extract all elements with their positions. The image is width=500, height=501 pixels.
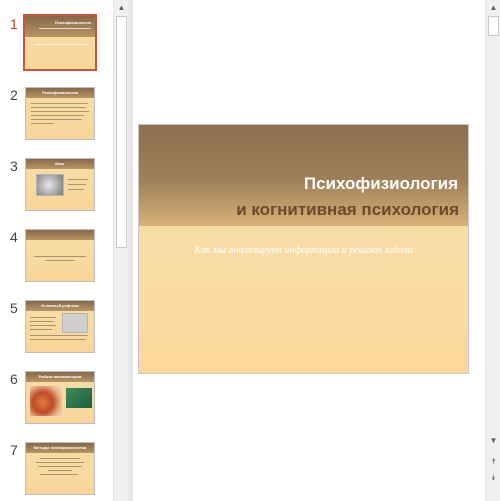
slide-text-line xyxy=(31,103,88,104)
slide-title: Психофизиология xyxy=(54,20,91,25)
slide-title: Мозг xyxy=(55,161,65,166)
slide-text-line xyxy=(34,256,86,257)
current-slide[interactable]: Психофизиология и когнитивная психология… xyxy=(138,124,469,374)
slide-text-line xyxy=(30,329,52,330)
slide-subtitle-line xyxy=(35,44,87,45)
slide-title: Психофизиология xyxy=(41,90,79,95)
slide-thumbnail-1[interactable]: 1 Психофизиология xyxy=(0,14,112,74)
slide-title-band xyxy=(26,230,94,241)
slide-text-line xyxy=(46,260,74,261)
slide-number: 6 xyxy=(10,371,18,387)
slide-number: 1 xyxy=(10,16,18,32)
slide-thumbnail-4[interactable]: 4 xyxy=(0,229,112,287)
slide-text-line xyxy=(30,317,56,318)
slide-number: 7 xyxy=(10,442,18,458)
slide-scrollbar[interactable]: ▲ ▼ ⯭ ⯯ xyxy=(485,0,500,501)
slide-preview[interactable]: Психофизиология xyxy=(25,87,95,140)
portrait-image xyxy=(62,313,88,333)
slide-text-line xyxy=(30,321,54,322)
slide-preview[interactable]: Мозг xyxy=(25,158,95,211)
previous-slide-button[interactable]: ⯭ xyxy=(486,454,500,469)
slide-preview[interactable]: Работа анализаторов xyxy=(25,371,95,424)
slide-thumbnail-3[interactable]: 3 Мозг xyxy=(0,158,112,216)
slide-preview[interactable]: Методы психофизиологии xyxy=(25,442,95,495)
slide-thumbnail-6[interactable]: 6 Работа анализаторов xyxy=(0,371,112,429)
scrollbar-thumb[interactable] xyxy=(116,16,127,248)
thumbnail-scrollbar[interactable]: ▲ xyxy=(113,0,129,501)
slide-title-line-1[interactable]: Психофизиология xyxy=(304,174,458,194)
scroll-up-button[interactable]: ▲ xyxy=(114,0,129,15)
slide-text-line xyxy=(31,111,89,112)
slide-title: Работа анализаторов xyxy=(38,374,82,379)
slide-text-line xyxy=(30,339,86,340)
slide-number: 3 xyxy=(10,158,18,174)
slide-preview[interactable]: Условный рефлекс xyxy=(25,300,95,353)
scroll-down-button[interactable]: ▼ xyxy=(486,433,500,448)
slide-editing-area: Психофизиология и когнитивная психология… xyxy=(133,0,485,501)
slide-number: 2 xyxy=(10,87,18,103)
slide-text-line xyxy=(40,474,78,475)
slide-thumbnail-7[interactable]: 7 Методы психофизиологии xyxy=(0,442,112,500)
slide-number: 5 xyxy=(10,300,18,316)
slide-number: 4 xyxy=(10,229,18,245)
slide-text-line xyxy=(31,123,54,124)
slide-title: Условный рефлекс xyxy=(40,303,80,308)
slide-preview[interactable]: Психофизиология xyxy=(23,14,97,71)
scrollbar-thumb[interactable] xyxy=(488,16,499,36)
slide-text-line xyxy=(31,119,82,120)
slide-text-line xyxy=(31,115,84,116)
slide-text-line xyxy=(30,335,88,336)
next-slide-button[interactable]: ⯯ xyxy=(486,470,500,485)
slide-text-line xyxy=(40,458,80,459)
slide-text-line xyxy=(68,189,84,190)
slide-thumbnail-pane: 1 Психофизиология 2 Психофизиология 3 Мо… xyxy=(0,0,112,501)
slide-title-line-2[interactable]: и когнитивная психология xyxy=(236,200,459,220)
slide-text-line xyxy=(30,325,56,326)
presentation-editor: 1 Психофизиология 2 Психофизиология 3 Мо… xyxy=(0,0,500,501)
eye-anatomy-image xyxy=(30,386,62,416)
slide-subtitle-line xyxy=(39,28,91,29)
slide-preview[interactable] xyxy=(25,229,95,282)
slide-text-line xyxy=(48,470,72,471)
slide-subtitle[interactable]: Как мы анализируем информацию и решаем з… xyxy=(139,245,468,256)
brain-image xyxy=(36,174,64,196)
slide-thumbnail-5[interactable]: 5 Условный рефлекс xyxy=(0,300,112,358)
slide-thumbnail-2[interactable]: 2 Психофизиология xyxy=(0,87,112,145)
slide-text-line xyxy=(68,179,88,180)
slide-text-line xyxy=(36,462,84,463)
slide-title: Методы психофизиологии xyxy=(33,445,87,450)
slide-text-line xyxy=(68,184,86,185)
slide-text-line xyxy=(31,107,86,108)
scroll-up-button[interactable]: ▲ xyxy=(486,0,500,15)
retina-image xyxy=(66,388,92,408)
slide-text-line xyxy=(38,466,82,467)
